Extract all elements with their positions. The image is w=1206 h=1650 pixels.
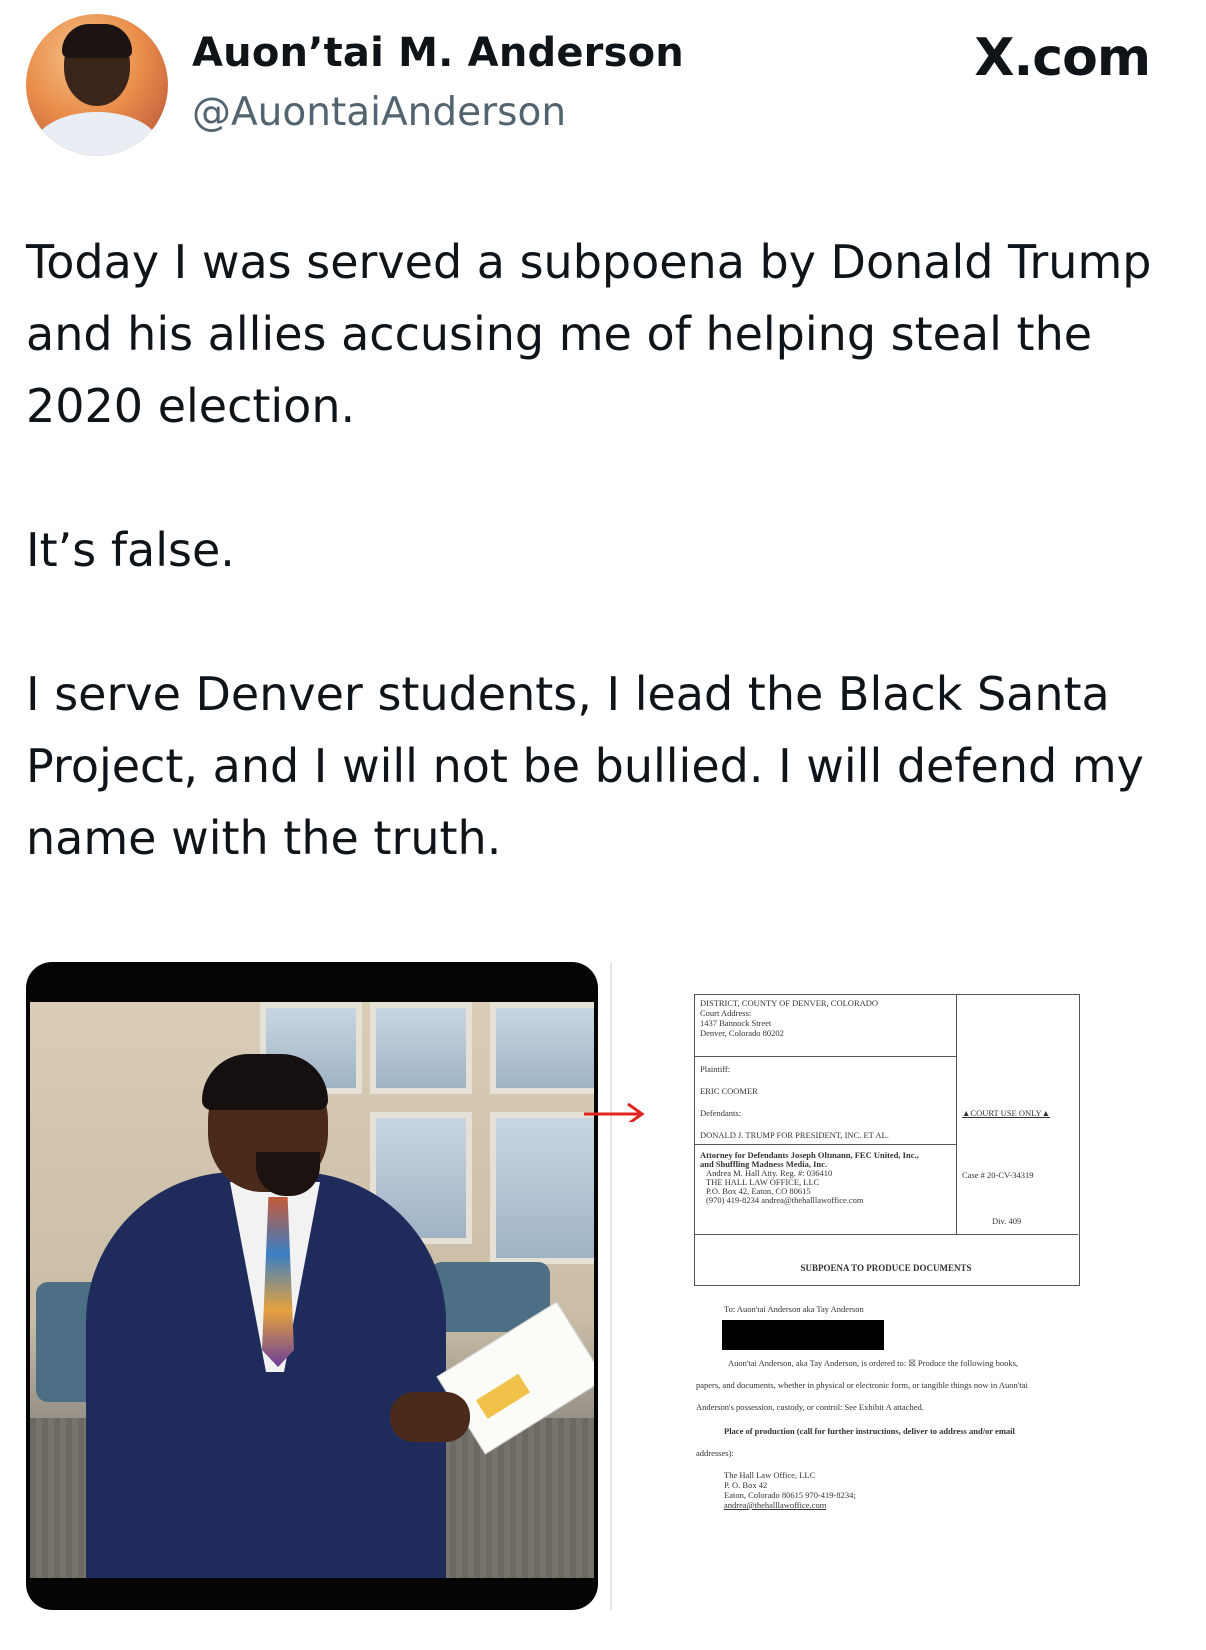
address-line: The Hall Law Office, LLC [724, 1470, 816, 1480]
person-hand [390, 1392, 470, 1442]
media-document[interactable]: DISTRICT, COUNTY OF DENVER, COLORADO Cou… [584, 962, 1182, 1610]
body-line: Auon'tai Anderson, aka Tay Anderson, is … [728, 1358, 1019, 1368]
court-use-only: ▲COURT USE ONLY▲ [962, 1108, 1051, 1118]
caption-rule [694, 1144, 956, 1145]
person-durag [202, 1054, 328, 1110]
plaintiff-label: Plaintiff: [700, 1064, 731, 1074]
window [490, 1002, 594, 1094]
caption-divider [956, 994, 957, 1234]
body-line: papers, and documents, whether in physic… [696, 1380, 1028, 1390]
plaintiff-name: ERIC COOMER [700, 1086, 758, 1096]
court-line: Denver, Colorado 80202 [700, 1028, 784, 1038]
body-line: Anderson's possession, custody, or contr… [696, 1402, 924, 1412]
place-line: Place of production (call for further in… [724, 1426, 1015, 1436]
address-line: P. O. Box 42 [724, 1480, 768, 1490]
window [370, 1002, 472, 1094]
media-photo[interactable] [26, 962, 598, 1610]
window [490, 1112, 594, 1264]
avatar[interactable] [26, 14, 168, 156]
court-line: DISTRICT, COUNTY OF DENVER, COLORADO [700, 998, 879, 1008]
division: Div. 409 [992, 1216, 1022, 1226]
tweet-paragraph: Today I was served a subpoena by Donald … [26, 235, 1152, 433]
address-line: andrea@thehalllawoffice.com [724, 1500, 827, 1510]
tweet-paragraph: I serve Denver students, I lead the Blac… [26, 667, 1144, 865]
tweet-text: Today I was served a subpoena by Donald … [26, 226, 1186, 874]
person-photo [30, 1002, 594, 1578]
court-line: Court Address: [700, 1008, 752, 1018]
place-line: addresses): [696, 1448, 734, 1458]
address-line: Eaton, Colorado 80615 970-419-8234; [724, 1490, 856, 1500]
to-line: To: Auon'tai Anderson aka Tay Anderson [724, 1304, 864, 1314]
court-line: 1437 Bannock Street [700, 1018, 772, 1028]
caption-rule [694, 1056, 956, 1057]
document-title: SUBPOENA TO PRODUCE DOCUMENTS [800, 1263, 972, 1273]
tweet-paragraph: It’s false. [26, 523, 235, 577]
red-arrow-icon [584, 1102, 645, 1122]
defendants-label: Defendants: [700, 1108, 742, 1118]
avatar-shirt [34, 112, 160, 156]
redaction-bar [722, 1320, 884, 1350]
caption-rule [694, 1234, 1078, 1235]
display-name[interactable]: Auon’tai M. Anderson [192, 30, 684, 76]
user-handle[interactable]: @AuontaiAnderson [192, 90, 566, 135]
avatar-durag [62, 24, 132, 58]
case-number: Case # 20-CV-34319 [962, 1170, 1034, 1180]
defendants-name: DONALD J. TRUMP FOR PRESIDENT, INC. ET A… [700, 1130, 889, 1140]
attorney-line: (970) 419-8234 andrea@thehalllawoffice.c… [706, 1195, 864, 1205]
x-logo-text: X.com [974, 28, 1151, 88]
